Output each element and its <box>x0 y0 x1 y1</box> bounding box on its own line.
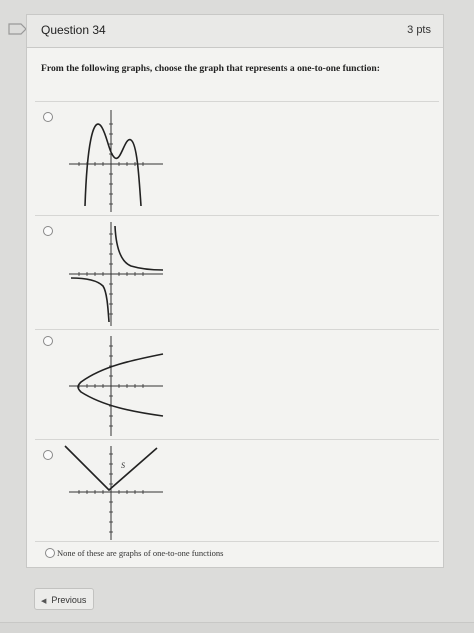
answer-option-1[interactable] <box>35 101 439 216</box>
quiz-page: Question 34 3 pts From the following gra… <box>0 0 474 633</box>
option-4-radio[interactable] <box>43 450 53 460</box>
graph-annotation: S <box>121 461 125 470</box>
question-header: Question 34 3 pts <box>27 15 443 48</box>
question-text: From the following graphs, choose the gr… <box>41 63 380 74</box>
previous-button[interactable]: ◀ Previous <box>34 588 94 610</box>
question-points: 3 pts <box>407 24 431 36</box>
answer-option-3[interactable] <box>35 329 439 440</box>
flag-icon[interactable] <box>8 22 28 36</box>
option-2-radio[interactable] <box>43 226 53 236</box>
left-arrow-icon: ◀ <box>41 598 47 605</box>
answer-option-none[interactable]: None of these are graphs of one-to-one f… <box>35 541 439 564</box>
question-title: Question 34 <box>41 23 106 37</box>
none-option-label: None of these are graphs of one-to-one f… <box>57 548 224 558</box>
sideways-parabola-graph <box>69 336 164 436</box>
question-card: Question 34 3 pts From the following gra… <box>26 14 444 568</box>
option-1-radio[interactable] <box>43 112 53 122</box>
answer-option-4[interactable]: S <box>35 439 439 542</box>
polynomial-graph <box>69 110 163 212</box>
option-3-radio[interactable] <box>43 336 53 346</box>
previous-label: Previous <box>51 595 87 605</box>
reciprocal-graph <box>69 222 164 326</box>
option-none-radio[interactable] <box>45 548 55 558</box>
bottom-bar <box>0 622 474 633</box>
answer-option-2[interactable] <box>35 215 439 330</box>
absolute-value-graph: S <box>64 445 163 540</box>
